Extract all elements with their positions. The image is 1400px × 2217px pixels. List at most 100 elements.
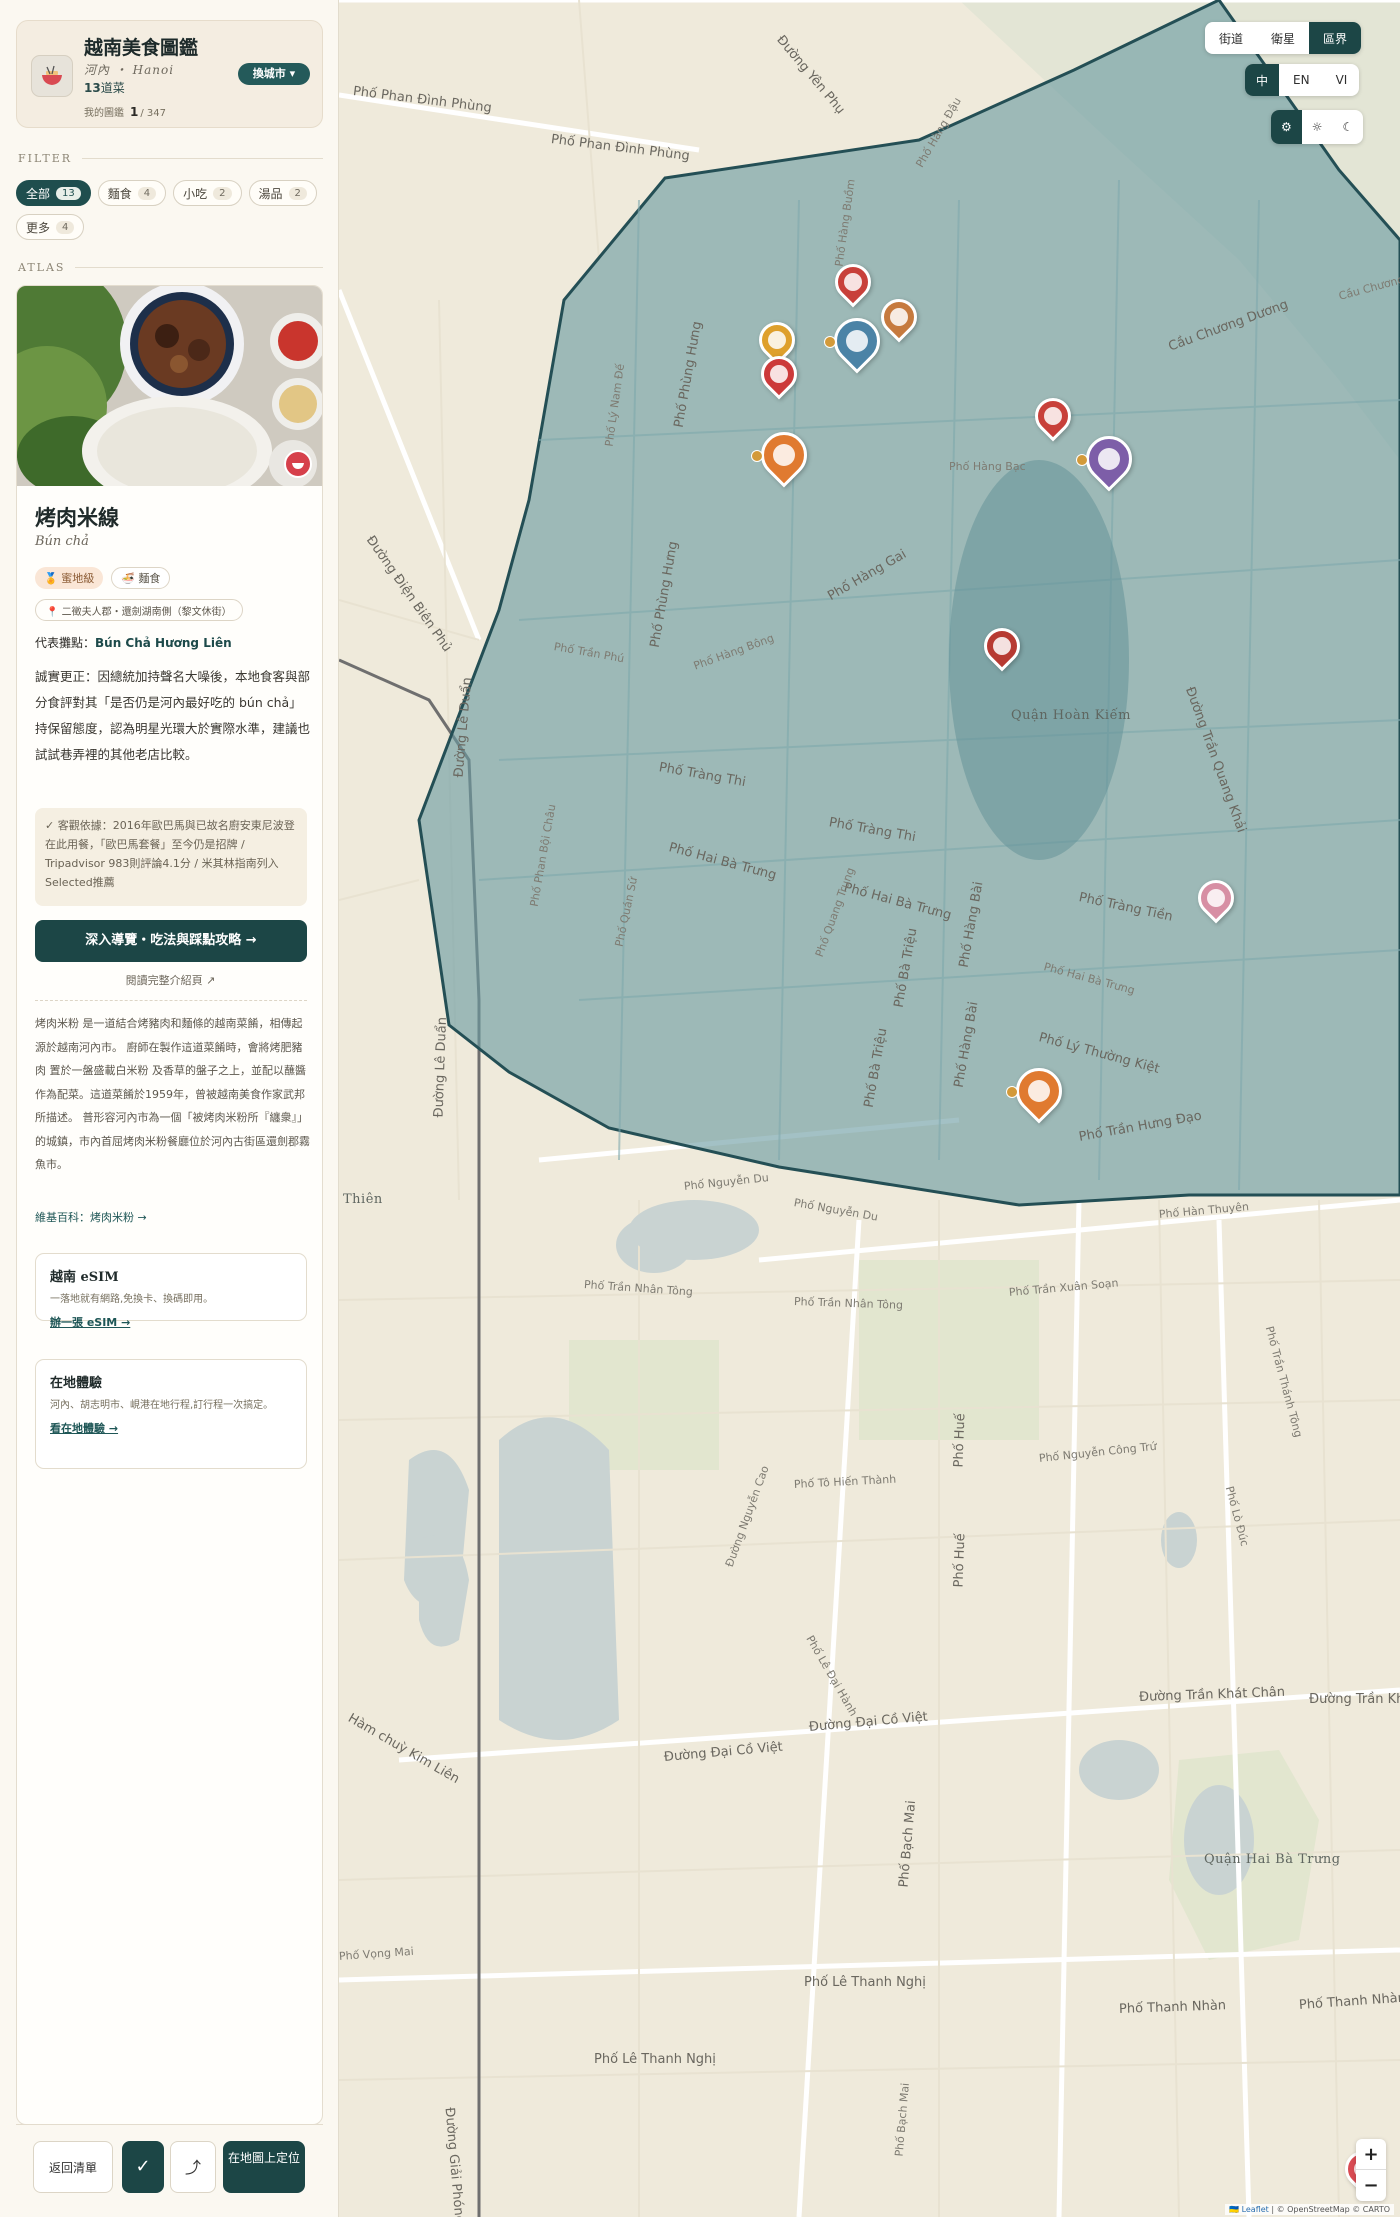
- map-pin-sweet[interactable]: [1190, 872, 1242, 924]
- category-badge-icon: [284, 450, 312, 478]
- dish-count-number: 13: [84, 81, 101, 95]
- collection-progress: 我的圖鑑 1/ 347: [84, 104, 166, 119]
- food-icon: [890, 308, 908, 326]
- full-intro-link[interactable]: 閱讀完整介紹頁 ↗: [17, 972, 322, 988]
- chip-count: 4: [56, 220, 75, 234]
- divider: [35, 1000, 307, 1001]
- promo-text: 一落地就有網路,免換卡、換碼即用。: [50, 1294, 214, 1305]
- mark-eaten-button[interactable]: ✓: [122, 2141, 164, 2193]
- category-tag: 🍜 麵食: [111, 567, 171, 589]
- promo-text: 河內、胡志明市、峴港在地行程,訂行程一次搞定。: [50, 1400, 274, 1411]
- filter-label: FILTER: [18, 152, 73, 165]
- map-pin-noodle[interactable]: [1027, 390, 1079, 442]
- food-icon: [1098, 448, 1120, 470]
- attribution-text: | © OpenStreetMap © CARTO: [1268, 2205, 1390, 2214]
- locate-on-map-button[interactable]: 在地圖上定位: [223, 2141, 305, 2193]
- map-pin-noodle[interactable]: [753, 348, 805, 400]
- experience-promo-card[interactable]: 在地體驗 河內、胡志明市、峴港在地行程,訂行程一次搞定。 看在地體驗 →: [35, 1359, 307, 1469]
- map-pin-snack[interactable]: [873, 291, 925, 343]
- rank-medal-icon: [1076, 454, 1088, 466]
- food-icon: [993, 637, 1011, 655]
- map-pin-noodle[interactable]: [976, 620, 1028, 672]
- chip-count: 13: [56, 186, 81, 200]
- dish-tags: 🏅 蜜地級 🍜 麵食: [35, 567, 171, 589]
- layer-satellite-button[interactable]: 衛星: [1257, 22, 1309, 54]
- current-city: 河內 ・ Hanoi: [84, 63, 175, 77]
- back-to-list-button[interactable]: 返回清單: [33, 2141, 113, 2193]
- theme-auto-icon[interactable]: ⚙: [1271, 110, 1302, 144]
- rep-label: 代表攤點：: [35, 636, 96, 650]
- dish-detail-card: 烤肉米線 Bún chả 🏅 蜜地級 🍜 麵食 📍 二徵夫人郡・還劍湖南側（黎文…: [16, 285, 323, 2125]
- dish-vietnamese-name: Bún chả: [35, 534, 89, 549]
- filter-chip-more[interactable]: 更多 4: [16, 214, 85, 240]
- street-label: Phố Huế: [951, 1533, 969, 1588]
- filter-chip-soups[interactable]: 湯品 2: [248, 180, 317, 206]
- chip-label: 湯品: [258, 186, 283, 201]
- zoom-out-button[interactable]: −: [1356, 2170, 1386, 2201]
- food-icon: [844, 273, 862, 291]
- map-pin-featured[interactable]: [751, 422, 817, 488]
- map-pin-selected-bun-cha[interactable]: [1006, 1058, 1072, 1124]
- esim-link[interactable]: 辦一張 eSIM →: [50, 1314, 292, 1330]
- layer-boundary-button[interactable]: 區界: [1309, 22, 1362, 54]
- theme-dark-icon[interactable]: ☾: [1333, 110, 1364, 144]
- progress-label: 我的圖鑑: [84, 108, 124, 119]
- verification-note: ✓ 客觀依據：2016年歐巴馬與已故名廚安東尼波登在此用餐，「歐巴馬套餐」至今仍…: [35, 808, 307, 906]
- divider: [75, 267, 323, 268]
- chip-label: 麵食: [107, 186, 132, 201]
- theme-light-icon[interactable]: ☼: [1302, 110, 1333, 144]
- language-switcher: 中 EN VI: [1245, 64, 1360, 96]
- share-button[interactable]: ⤴: [170, 2141, 216, 2193]
- lang-en-button[interactable]: EN: [1279, 64, 1324, 96]
- zoom-control: + −: [1356, 2139, 1386, 2201]
- layer-switcher: 街道 衛星 區界: [1205, 22, 1362, 54]
- experience-link[interactable]: 看在地體驗 →: [50, 1420, 292, 1436]
- map-pin-banh-mi[interactable]: [824, 308, 890, 374]
- layer-street-button[interactable]: 街道: [1205, 22, 1257, 54]
- lang-vi-button[interactable]: VI: [1324, 64, 1360, 96]
- filter-section-label: FILTER: [18, 152, 323, 165]
- rank-tag: 🏅 蜜地級: [35, 567, 104, 589]
- promo-title: 在地體驗: [50, 1376, 103, 1391]
- filter-chip-all[interactable]: 全部 13: [16, 180, 91, 206]
- food-icon: [1207, 889, 1225, 907]
- lang-zh-button[interactable]: 中: [1245, 64, 1280, 96]
- street-label: Phố Lê Thanh Nghị: [594, 2052, 716, 2067]
- food-icon: [846, 330, 868, 352]
- street-label: Phố Lê Thanh Nghị: [804, 1975, 926, 1990]
- rank-medal-icon: [824, 336, 836, 348]
- app-title: 越南美食圖鑑: [84, 37, 199, 59]
- deep-guide-button[interactable]: 深入導覽・吃法與踩點攻略 →: [35, 920, 307, 962]
- filter-chip-snacks[interactable]: 小吃 2: [173, 180, 242, 206]
- divider: [82, 158, 323, 159]
- atlas-section-label: ATLAS: [18, 261, 323, 274]
- food-icon: [768, 331, 786, 349]
- map-canvas[interactable]: Phố Phan Đình Phùng Phố Phan Đình Phùng …: [339, 0, 1400, 2217]
- bowl-logo-icon: [31, 55, 73, 97]
- food-icon: [1044, 407, 1062, 425]
- zoom-in-button[interactable]: +: [1356, 2139, 1386, 2170]
- rank-medal-icon: [751, 450, 763, 462]
- progress-done: 1: [130, 105, 139, 119]
- street-label: Đường Trần Khát Chân: [1309, 1692, 1400, 1707]
- chip-count: 2: [288, 186, 307, 200]
- leaflet-link[interactable]: 🇺🇦 Leaflet: [1229, 2205, 1269, 2214]
- district-label-hoan-kiem: Quận Hoàn Kiếm: [1011, 708, 1131, 723]
- street-label: Phố Huế: [951, 1413, 969, 1468]
- chip-count: 2: [213, 186, 232, 200]
- map-pin-noodle[interactable]: [827, 256, 879, 308]
- wikipedia-link[interactable]: 維基百科：烤肉米粉 →: [35, 1209, 147, 1225]
- esim-promo-card[interactable]: 越南 eSIM 一落地就有網路,免換卡、換碼即用。 辦一張 eSIM →: [35, 1253, 307, 1329]
- filter-chip-noodles[interactable]: 麵食 4: [97, 180, 167, 206]
- location-tag[interactable]: 📍 二徵夫人郡・還劍湖南側（黎文休街）: [35, 599, 243, 621]
- chip-label: 全部: [26, 186, 51, 201]
- filter-chips: 全部 13 麵食 4 小吃 2 湯品 2 更多 4: [16, 180, 326, 240]
- dish-photo: [17, 286, 322, 486]
- food-icon: [773, 444, 795, 466]
- sidebar: 越南美食圖鑑 河內 ・ Hanoi 13道菜 我的圖鑑 1/ 347 換城市 ▾ …: [0, 0, 339, 2217]
- map-pin-drink[interactable]: [1076, 426, 1142, 492]
- district-label-hai-ba-trung: Quận Hai Bà Trưng: [1204, 1852, 1341, 1867]
- switch-city-button[interactable]: 換城市 ▾: [238, 63, 310, 85]
- progress-total: / 347: [140, 108, 166, 119]
- place-label: Thiên: [343, 1192, 383, 1207]
